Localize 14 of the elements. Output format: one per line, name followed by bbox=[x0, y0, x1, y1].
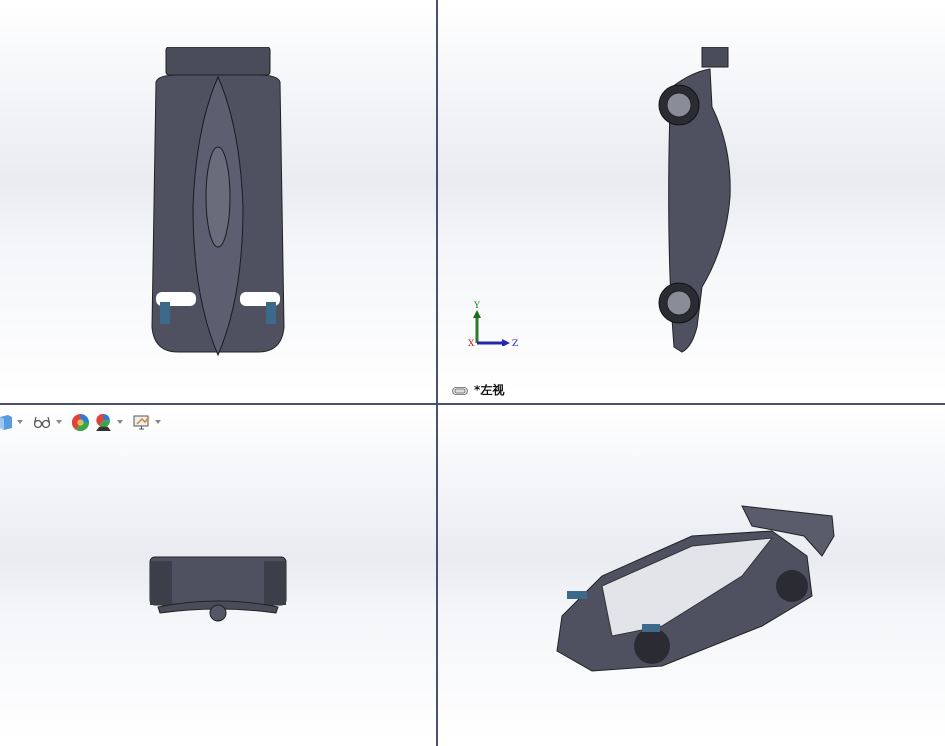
color-ball-icon[interactable] bbox=[72, 414, 89, 430]
axis-label: Y bbox=[474, 302, 480, 311]
link-icon bbox=[452, 386, 468, 394]
caret-icon[interactable] bbox=[155, 420, 161, 424]
caret-icon[interactable] bbox=[117, 420, 123, 424]
axis-label: Z bbox=[512, 340, 518, 349]
caret-icon[interactable] bbox=[17, 420, 23, 424]
glasses-icon[interactable] bbox=[33, 415, 51, 429]
monitor-icon[interactable] bbox=[133, 414, 150, 430]
axis-label: X bbox=[468, 340, 474, 349]
scene-icon[interactable] bbox=[95, 414, 112, 430]
view-name: *左视 bbox=[474, 382, 504, 399]
cube-icon[interactable] bbox=[0, 414, 12, 430]
caret-icon[interactable] bbox=[56, 420, 62, 424]
